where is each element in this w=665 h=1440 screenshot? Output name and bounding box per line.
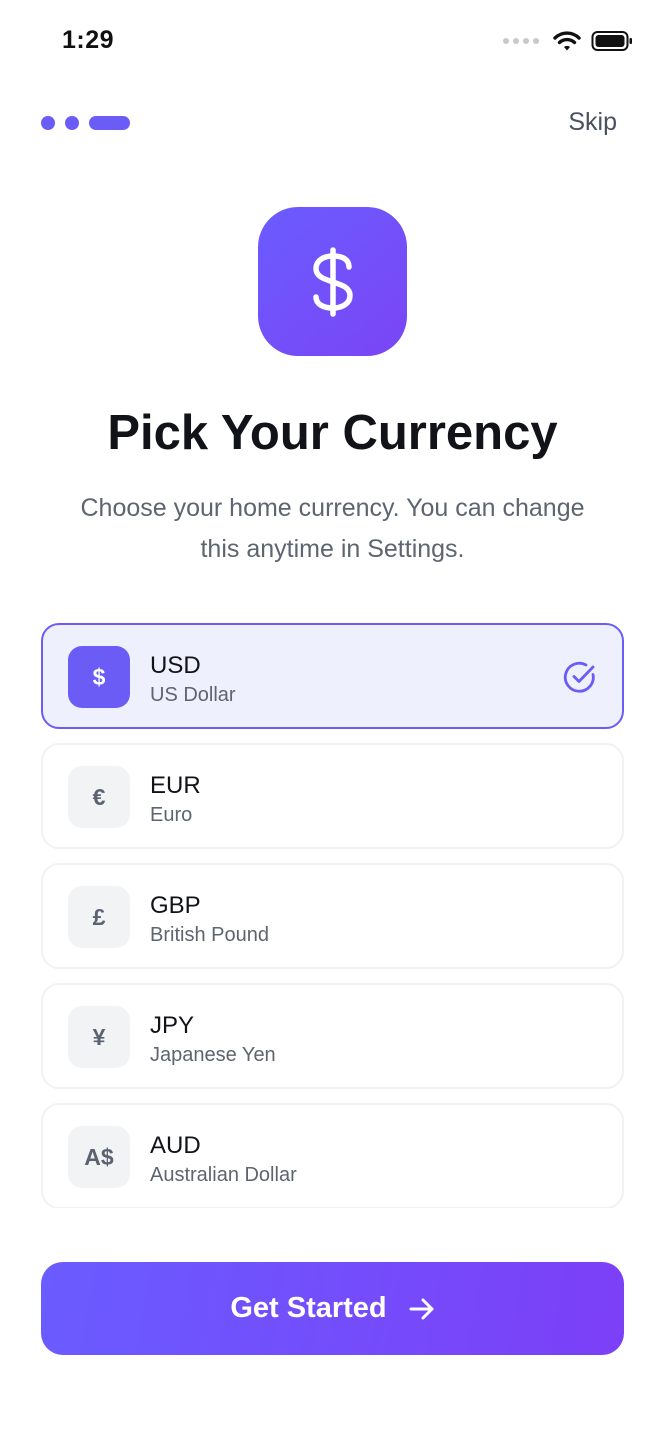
currency-name: British Pound [150, 924, 269, 946]
get-started-label: Get Started [230, 1292, 387, 1324]
arrow-right-icon [409, 1298, 434, 1319]
skip-button[interactable]: Skip [568, 108, 617, 137]
dollar-sign-icon [312, 246, 353, 317]
currency-name: Japanese Yen [150, 1044, 276, 1066]
currency-option-eur[interactable]: € EUR Euro [41, 743, 624, 849]
get-started-button[interactable]: Get Started [41, 1262, 624, 1355]
hero-currency-badge [258, 207, 407, 356]
currency-code: EUR [150, 772, 201, 799]
currency-symbol-badge: A$ [68, 1126, 130, 1188]
currency-symbol-badge: ¥ [68, 1006, 130, 1068]
currency-option-jpy[interactable]: ¥ JPY Japanese Yen [41, 983, 624, 1089]
currency-code: GBP [150, 892, 201, 919]
cellular-dots-icon [503, 38, 539, 44]
currency-option-aud[interactable]: A$ AUD Australian Dollar [41, 1103, 624, 1208]
check-circle-icon [563, 661, 595, 693]
currency-symbol-badge: £ [68, 886, 130, 948]
page-dot [41, 116, 55, 130]
currency-option-gbp[interactable]: £ GBP British Pound [41, 863, 624, 969]
status-icons [503, 30, 633, 52]
currency-code: JPY [150, 1012, 195, 1039]
page-indicator [41, 116, 130, 130]
currency-option-usd[interactable]: $ USD US Dollar [41, 623, 624, 729]
page-dot [65, 116, 79, 130]
currency-symbol-badge: $ [68, 646, 130, 708]
status-bar: 1:29 [0, 0, 665, 90]
currency-code: USD [150, 652, 201, 679]
currency-name: US Dollar [150, 684, 236, 706]
status-time: 1:29 [62, 26, 115, 54]
page-dot-active [89, 116, 130, 130]
currency-code: AUD [150, 1132, 201, 1159]
currency-list[interactable]: $ USD US Dollar € EUR Euro £ GBP British… [41, 623, 624, 1208]
subtitle-line: Choose your home currency. You can chang… [80, 494, 585, 522]
battery-icon [591, 31, 632, 51]
currency-symbol-badge: € [68, 766, 130, 828]
page-subtitle: Choose your home currency. You can chang… [50, 488, 615, 570]
currency-name: Australian Dollar [150, 1164, 297, 1186]
subtitle-line: this anytime in Settings. [200, 535, 465, 563]
onboarding-header: Skip [0, 100, 665, 146]
wifi-icon [553, 31, 581, 51]
page-title: Pick Your Currency [107, 406, 558, 460]
currency-name: Euro [150, 804, 193, 826]
